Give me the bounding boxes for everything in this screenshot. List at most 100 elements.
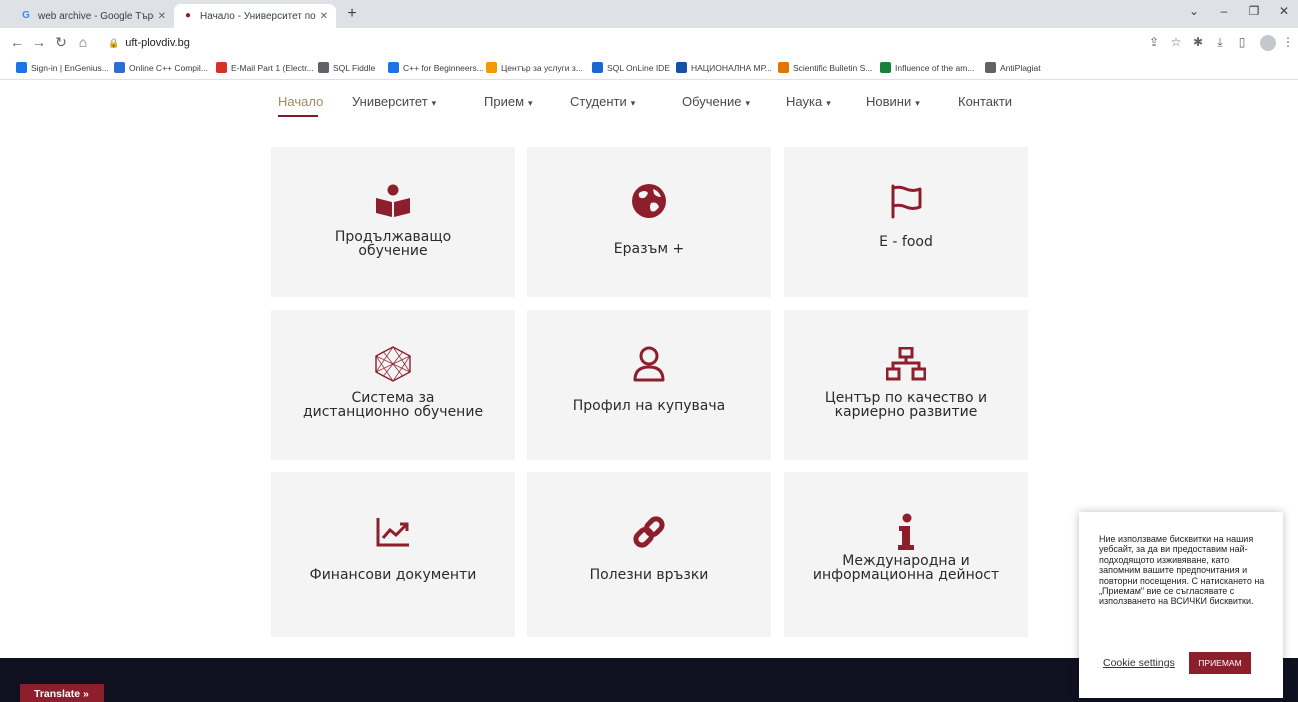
nav-item[interactable]: Наука ▾: [786, 94, 831, 109]
bookmark-item[interactable]: Influence of the am...: [880, 62, 974, 73]
info-icon: [886, 513, 926, 550]
quick-link-card[interactable]: Профил на купувача: [527, 310, 771, 460]
bookmark-item[interactable]: Scientific Bulletin S...: [778, 62, 872, 73]
caret-down-icon: ▾: [826, 98, 831, 108]
quick-link-card-label: E - food: [879, 234, 933, 250]
quick-link-card[interactable]: Център по качество и кариерно развитие: [784, 310, 1028, 460]
bookmark-item[interactable]: AntiPlagiat: [985, 62, 1041, 73]
quick-link-card-label: Център по качество и кариерно развитие: [824, 390, 988, 420]
home-icon[interactable]: ⌂: [74, 34, 92, 50]
nav-item-label: Прием: [484, 94, 525, 109]
bookmark-favicon-icon: [676, 62, 687, 73]
bookmark-star-icon[interactable]: ☆: [1168, 35, 1184, 49]
bookmarks-bar: Sign-in | EnGenius... Online C++ Compil..…: [0, 58, 1298, 80]
quick-link-card[interactable]: Еразъм +: [527, 147, 771, 297]
bookmark-item[interactable]: Център за услуги з...: [486, 62, 583, 73]
reload-icon[interactable]: ↻: [52, 34, 70, 51]
browser-tab-google[interactable]: G web archive - Google Търсене ✕: [12, 4, 174, 28]
bookmark-favicon-icon: [880, 62, 891, 73]
translate-button[interactable]: Translate »: [20, 684, 104, 702]
globe-icon: [629, 183, 669, 219]
cookie-consent-banner: Ние използваме бисквитки на нашия уебсай…: [1079, 512, 1283, 698]
hexagon-mesh-icon: [373, 346, 413, 382]
quick-link-card[interactable]: Продължаващо обучение: [271, 147, 515, 297]
link-icon: [629, 514, 669, 550]
bookmark-item[interactable]: C++ for Beginneers...: [388, 62, 484, 73]
quick-link-card-label: Полезни връзки: [589, 567, 709, 583]
accept-cookies-button[interactable]: ПРИЕМАМ: [1189, 652, 1251, 674]
nav-item[interactable]: Новини ▾: [866, 94, 920, 109]
quick-link-card-label: Профил на купувача: [572, 398, 726, 414]
nav-item[interactable]: Прием ▾: [484, 94, 533, 109]
active-nav-underline: [278, 115, 318, 117]
quick-link-card[interactable]: Международна и информационна дейност: [784, 472, 1028, 637]
restore-button[interactable]: ❐: [1244, 4, 1264, 18]
minimize-button[interactable]: –: [1214, 4, 1234, 18]
user-icon: [629, 346, 669, 382]
extensions-puzzle-icon[interactable]: ✱: [1190, 35, 1206, 49]
browser-tab-uft[interactable]: ● Начало - Университет по хран... ✕: [174, 4, 336, 28]
browser-toolbar: ← → ↻ ⌂ 🔒 uft-plovdiv.bg ⇪ ☆ ✱ ⤓ ▯ ⋮: [0, 28, 1298, 58]
bookmark-label: Influence of the am...: [895, 62, 975, 73]
bookmark-favicon-icon: [318, 62, 329, 73]
bookmark-label: Online C++ Compil...: [129, 62, 208, 73]
bookmark-label: Sign-in | EnGenius...: [31, 62, 109, 73]
bookmark-item[interactable]: E-Mail Part 1 (Electr...: [216, 62, 314, 73]
bookmark-favicon-icon: [388, 62, 399, 73]
bookmark-label: E-Mail Part 1 (Electr...: [231, 62, 314, 73]
quick-link-card-label: Финансови документи: [309, 567, 477, 583]
bookmark-favicon-icon: [16, 62, 27, 73]
nav-item[interactable]: Начало: [278, 94, 323, 109]
nav-item-label: Обучение: [682, 94, 742, 109]
nav-item-label: Контакти: [958, 94, 1013, 109]
close-icon[interactable]: ✕: [158, 11, 166, 22]
bookmark-item[interactable]: Online C++ Compil...: [114, 62, 208, 73]
nav-item[interactable]: Студенти ▾: [570, 94, 635, 109]
bookmark-item[interactable]: Sign-in | EnGenius...: [16, 62, 109, 73]
quick-link-card[interactable]: Система за дистанционно обучение: [271, 310, 515, 460]
quick-link-card[interactable]: Полезни връзки: [527, 472, 771, 637]
address-bar[interactable]: 🔒 uft-plovdiv.bg: [100, 32, 1160, 54]
tab-search-icon[interactable]: ⌄: [1184, 4, 1204, 18]
quick-link-card[interactable]: Финансови документи: [271, 472, 515, 637]
tab-title: web archive - Google Търсене: [38, 10, 154, 22]
caret-down-icon: ▾: [745, 98, 750, 108]
sitemap-icon: [886, 346, 926, 382]
menu-kebab-icon[interactable]: ⋮: [1280, 35, 1296, 49]
profile-avatar[interactable]: [1260, 35, 1276, 51]
bookmark-favicon-icon: [592, 62, 603, 73]
forward-arrow-icon[interactable]: →: [30, 34, 48, 50]
close-icon[interactable]: ✕: [320, 11, 328, 22]
nav-item[interactable]: Обучение ▾: [682, 94, 750, 109]
google-favicon-icon: G: [22, 10, 30, 21]
reader-book-icon: [373, 183, 413, 219]
back-arrow-icon[interactable]: ←: [8, 34, 26, 50]
bookmark-label: AntiPlagiat: [1000, 62, 1041, 73]
quick-link-card[interactable]: E - food: [784, 147, 1028, 297]
bookmark-label: Център за услуги з...: [501, 62, 583, 73]
bookmark-item[interactable]: НАЦИОНАЛНА МР...: [676, 62, 772, 73]
bookmark-label: НАЦИОНАЛНА МР...: [691, 62, 772, 73]
nav-item[interactable]: Университет ▾: [352, 94, 436, 109]
cookie-settings-link[interactable]: Cookie settings: [1103, 657, 1175, 669]
browser-tab-bar: G web archive - Google Търсене ✕ ● Начал…: [0, 0, 1298, 28]
window-close-button[interactable]: ✕: [1274, 4, 1294, 18]
bookmark-favicon-icon: [114, 62, 125, 73]
nav-item-label: Студенти: [570, 94, 627, 109]
bookmark-label: SQL Fiddle: [333, 62, 376, 73]
new-tab-button[interactable]: +: [342, 5, 362, 23]
quick-link-card-label: Международна и информационна дейност: [812, 553, 1000, 583]
download-icon[interactable]: ⤓: [1212, 35, 1228, 50]
nav-item-label: Университет: [352, 94, 428, 109]
share-icon[interactable]: ⇪: [1146, 35, 1162, 49]
tab-title: Начало - Университет по хран...: [200, 10, 316, 22]
lock-icon: 🔒: [108, 37, 120, 48]
bookmark-favicon-icon: [486, 62, 497, 73]
bookmark-label: C++ for Beginneers...: [403, 62, 484, 73]
nav-item[interactable]: Контакти: [958, 94, 1012, 109]
bookmark-item[interactable]: SQL Fiddle: [318, 62, 375, 73]
bookmark-item[interactable]: SQL OnLine IDE: [592, 62, 670, 73]
bookmark-label: SQL OnLine IDE: [607, 62, 670, 73]
bookmark-favicon-icon: [985, 62, 996, 73]
side-panel-icon[interactable]: ▯: [1234, 35, 1250, 49]
